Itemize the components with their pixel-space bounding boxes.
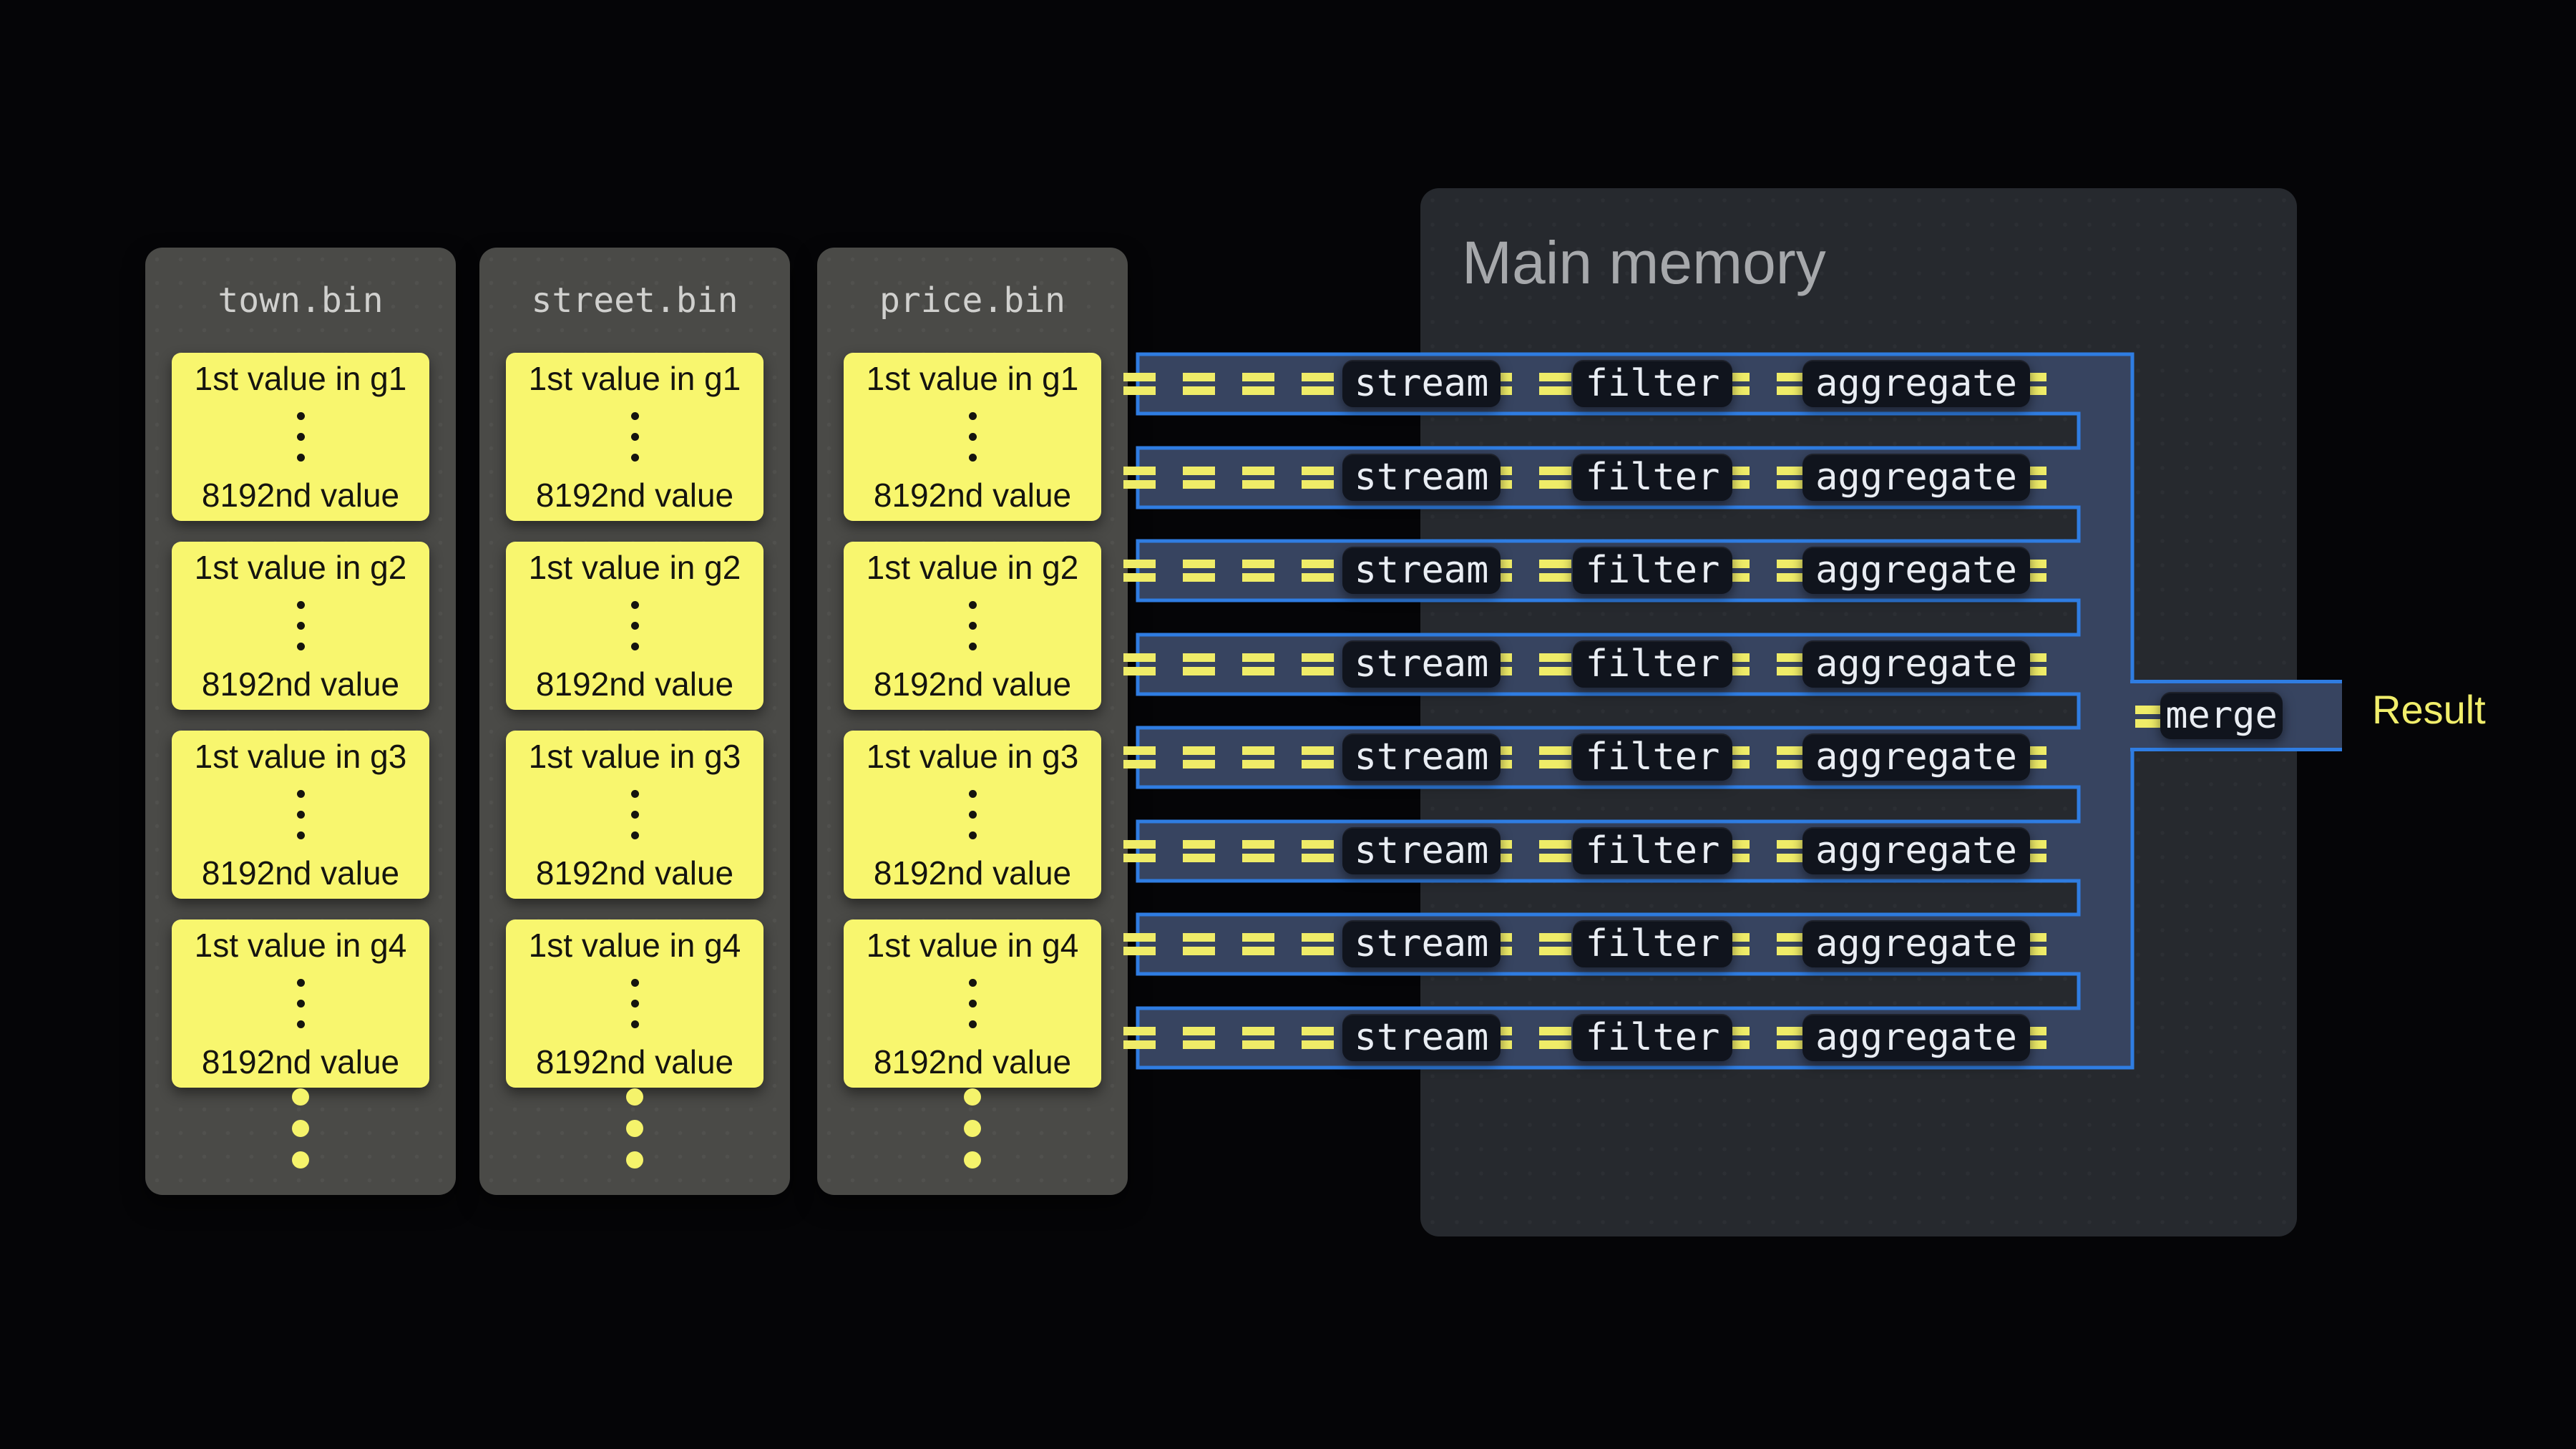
stream-operator: stream	[1342, 547, 1501, 594]
filter-operator: filter	[1573, 733, 1732, 781]
aggregate-operator: aggregate	[1802, 360, 2030, 407]
pipeline-row: stream filter aggregate	[1138, 728, 2132, 787]
filter-label: filter	[1586, 829, 1720, 872]
filter-operator: filter	[1573, 640, 1732, 688]
stream-operator: stream	[1342, 1014, 1501, 1061]
stream-operator: stream	[1342, 640, 1501, 688]
filter-operator: filter	[1573, 547, 1732, 594]
stream-operator: stream	[1342, 360, 1501, 407]
aggregate-label: aggregate	[1815, 922, 2017, 965]
stream-label: stream	[1355, 456, 1489, 499]
aggregate-label: aggregate	[1815, 643, 2017, 686]
aggregate-label: aggregate	[1815, 829, 2017, 872]
aggregate-operator: aggregate	[1802, 920, 2030, 967]
aggregate-operator: aggregate	[1802, 1014, 2030, 1061]
stream-label: stream	[1355, 1016, 1489, 1059]
pipeline-row: stream filter aggregate	[1138, 821, 2132, 881]
filter-label: filter	[1586, 1016, 1720, 1059]
aggregate-label: aggregate	[1815, 549, 2017, 592]
stream-label: stream	[1355, 829, 1489, 872]
filter-operator: filter	[1573, 827, 1732, 874]
stream-operator: stream	[1342, 733, 1501, 781]
filter-operator: filter	[1573, 920, 1732, 967]
pipeline-row: stream filter aggregate	[1138, 1008, 2132, 1068]
result-label: Result	[2372, 690, 2486, 730]
filter-label: filter	[1586, 362, 1720, 405]
stream-operator: stream	[1342, 454, 1501, 501]
aggregate-label: aggregate	[1815, 736, 2017, 779]
filter-label: filter	[1586, 643, 1720, 686]
stream-label: stream	[1355, 736, 1489, 779]
aggregate-label: aggregate	[1815, 1016, 2017, 1059]
stream-label: stream	[1355, 643, 1489, 686]
pipeline-row: stream filter aggregate	[1138, 914, 2132, 974]
filter-operator: filter	[1573, 1014, 1732, 1061]
pipeline-row: stream filter aggregate	[1138, 448, 2132, 507]
merge-label: merge	[2165, 694, 2278, 737]
diagram-canvas: Main memory town.bin 1st value in g1 819…	[0, 0, 2576, 1449]
stream-label: stream	[1355, 549, 1489, 592]
aggregate-operator: aggregate	[1802, 454, 2030, 501]
filter-label: filter	[1586, 922, 1720, 965]
aggregate-operator: aggregate	[1802, 640, 2030, 688]
aggregate-operator: aggregate	[1802, 827, 2030, 874]
stream-label: stream	[1355, 922, 1489, 965]
filter-operator: filter	[1573, 360, 1732, 407]
stream-operator: stream	[1342, 920, 1501, 967]
aggregate-operator: aggregate	[1802, 733, 2030, 781]
filter-label: filter	[1586, 549, 1720, 592]
pipeline-row: stream filter aggregate	[1138, 635, 2132, 694]
stream-label: stream	[1355, 362, 1489, 405]
stream-operator: stream	[1342, 827, 1501, 874]
aggregate-operator: aggregate	[1802, 547, 2030, 594]
filter-label: filter	[1586, 456, 1720, 499]
aggregate-label: aggregate	[1815, 362, 2017, 405]
aggregate-label: aggregate	[1815, 456, 2017, 499]
pipeline-row: stream filter aggregate	[1138, 354, 2132, 414]
pipeline-row: stream filter aggregate	[1138, 541, 2132, 600]
filter-label: filter	[1586, 736, 1720, 779]
merge-operator: merge	[2160, 692, 2283, 739]
filter-operator: filter	[1573, 454, 1732, 501]
